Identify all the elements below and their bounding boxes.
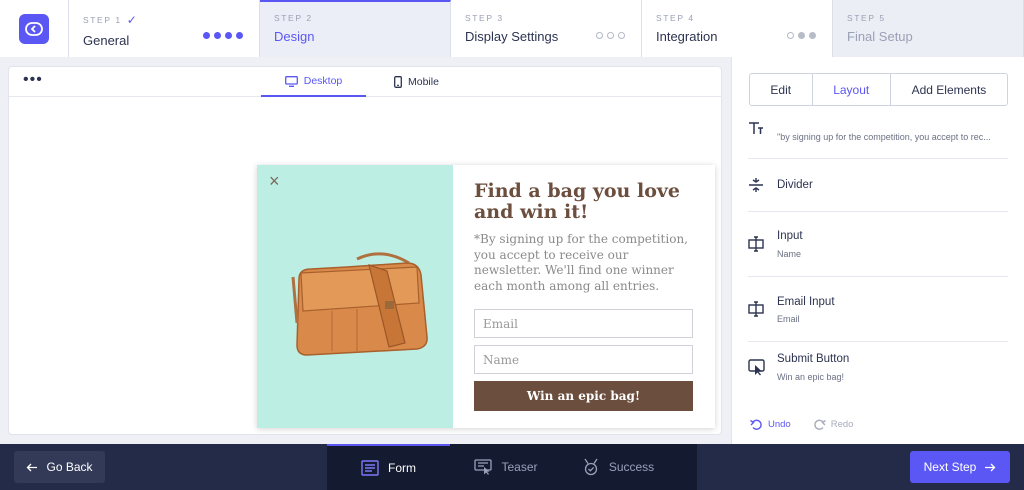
element-email-input[interactable]: Email Input Email (748, 277, 1008, 342)
tab-label: Mobile (408, 76, 439, 88)
redo-button[interactable]: Redo (813, 419, 854, 430)
element-subtitle: Win an epic bag! (777, 372, 845, 382)
progress-dots (787, 32, 816, 39)
tab-mobile[interactable]: Mobile (394, 67, 439, 97)
divider-icon (748, 177, 764, 196)
success-icon (584, 458, 598, 476)
go-back-button[interactable]: Go Back (14, 451, 105, 483)
element-subtitle: Name (777, 249, 802, 259)
undo-icon (750, 419, 762, 430)
popup-preview[interactable]: × Find a bag you love and win it! *By si… (257, 165, 715, 428)
popup-headline: Find a bag you love and win it! (474, 180, 681, 223)
step-title: Final Setup (847, 29, 913, 44)
popup-description: *By signing up for the competition, you … (474, 232, 688, 293)
step-final-setup[interactable]: STEP 5 Final Setup (833, 0, 1024, 57)
step-number: STEP 1 (83, 15, 122, 25)
tab-success[interactable]: Success (562, 444, 674, 490)
redo-icon (814, 419, 826, 430)
tab-label: Desktop (303, 75, 343, 87)
canvas-header: ••• Desktop Mobile (9, 67, 721, 97)
go-back-label: Go Back (46, 460, 93, 474)
panel-tabs: Edit Layout Add Elements (749, 73, 1008, 106)
element-list: "by signing up for the competition, you … (748, 119, 1008, 400)
input-icon (748, 301, 766, 320)
undo-label: Undo (768, 419, 791, 430)
email-field[interactable]: Email (474, 309, 693, 338)
tab-label: Success (608, 460, 655, 474)
button-icon (748, 358, 766, 379)
element-subtitle: "by signing up for the competition, you … (777, 132, 991, 142)
teaser-icon (474, 459, 493, 475)
element-title: Divider (777, 179, 813, 191)
step-number: STEP 3 (465, 13, 504, 23)
element-subtitle: Email (777, 314, 800, 324)
bottom-bar: Go Back Form Teaser Success Next Step (0, 444, 1024, 490)
check-icon: ✓ (126, 13, 137, 27)
form-icon (361, 460, 379, 476)
element-submit-button[interactable]: Submit Button Win an epic bag! (748, 342, 1008, 400)
step-design[interactable]: STEP 2 Design (260, 0, 451, 57)
element-divider[interactable]: Divider (748, 159, 1008, 212)
tab-form[interactable]: Form (327, 444, 450, 490)
tab-teaser[interactable]: Teaser (450, 444, 562, 490)
progress-dots (596, 32, 625, 39)
text-icon (748, 121, 764, 138)
element-text[interactable]: "by signing up for the competition, you … (748, 119, 1008, 159)
step-number: STEP 2 (274, 13, 313, 23)
redo-label: Redo (830, 419, 854, 430)
element-input[interactable]: Input Name (748, 212, 1008, 277)
input-icon (748, 236, 766, 255)
mobile-icon (394, 76, 402, 88)
progress-dots (203, 32, 243, 39)
step-title: Design (274, 29, 315, 44)
desktop-icon (284, 75, 298, 87)
tab-add-elements[interactable]: Add Elements (891, 74, 1007, 105)
app-logo[interactable] (0, 0, 69, 57)
popup-image-panel: × (257, 165, 453, 428)
tab-edit[interactable]: Edit (750, 74, 813, 105)
more-options-icon[interactable]: ••• (23, 71, 43, 89)
arrow-right-icon (985, 463, 996, 471)
popup-form-panel: Find a bag you love and win it! *By sign… (453, 165, 715, 428)
tab-layout[interactable]: Layout (813, 74, 891, 105)
undo-button[interactable]: Undo (750, 419, 791, 430)
tab-label: Teaser (501, 460, 538, 474)
next-step-button[interactable]: Next Step (910, 451, 1010, 483)
element-title: Input (777, 230, 803, 242)
next-step-label: Next Step (923, 460, 977, 474)
editor-panel: Edit Layout Add Elements "by signing up … (731, 57, 1024, 444)
steps-bar: STEP 1 ✓ General STEP 2 Design STEP 3 Dis… (0, 0, 1024, 57)
logo-icon (19, 13, 49, 44)
submit-button[interactable]: Win an epic bag! (474, 381, 693, 411)
element-title: Email Input (777, 296, 835, 308)
close-icon[interactable]: × (269, 171, 280, 192)
element-title: Submit Button (777, 353, 850, 365)
step-number: STEP 4 (656, 13, 695, 23)
step-number: STEP 5 (847, 13, 886, 23)
step-integration[interactable]: STEP 4 Integration (642, 0, 833, 57)
name-field[interactable]: Name (474, 345, 693, 374)
preview-canvas: ••• Desktop Mobile × Find a bag you love… (8, 66, 722, 435)
tab-label: Form (388, 461, 416, 475)
step-general[interactable]: STEP 1 ✓ General (69, 0, 260, 57)
mode-tabs: Form Teaser Success (327, 444, 697, 490)
tab-desktop[interactable]: Desktop (261, 67, 366, 97)
bag-image (291, 252, 428, 356)
history-controls: Undo Redo (750, 419, 853, 430)
arrow-left-icon (27, 463, 38, 471)
step-display-settings[interactable]: STEP 3 Display Settings (451, 0, 642, 57)
